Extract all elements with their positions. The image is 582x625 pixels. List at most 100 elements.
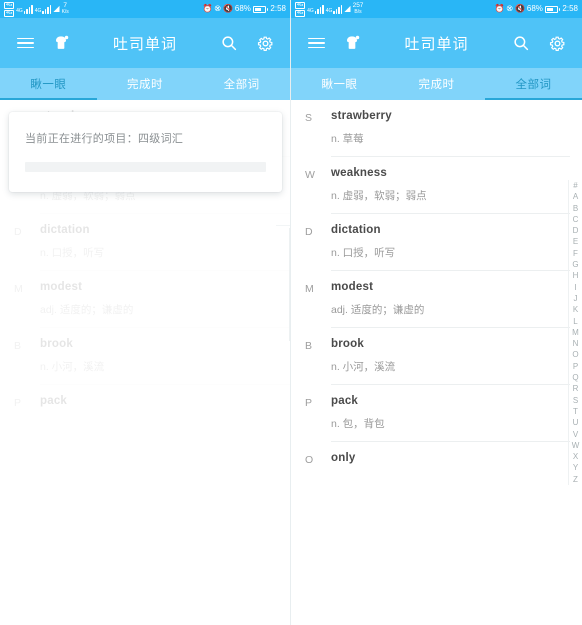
status-bar-left-group: 4G 4G 4G 4G ◢ 7 K/s xyxy=(4,1,69,17)
bluetooth-icon: ⮿ xyxy=(506,4,513,13)
sim2-label: 4G xyxy=(4,9,15,17)
tab-2[interactable]: 全部词 xyxy=(485,68,582,100)
word-item-body: brook n. 小河，溪流 xyxy=(331,338,568,384)
toast-bread-icon[interactable] xyxy=(339,30,365,56)
alphabet-index-letter[interactable]: U xyxy=(573,417,579,428)
network-speed-indicator: 7 K/s xyxy=(61,2,69,15)
mute-icon: 🔇 xyxy=(222,4,233,13)
dual-sim-icon: 4G 4G xyxy=(4,1,15,17)
word-list-item[interactable]: Ddictation n. 口授，听写 xyxy=(291,214,582,270)
alphabet-index-letter[interactable]: E xyxy=(573,236,578,247)
word-headword: only xyxy=(331,452,356,464)
word-headword: brook xyxy=(331,338,364,350)
alphabet-index-letter[interactable]: Y xyxy=(573,462,578,473)
word-headword: modest xyxy=(331,281,374,293)
word-item-body: dictation n. 口授，听写 xyxy=(331,224,568,270)
hamburger-menu-icon[interactable] xyxy=(303,30,329,56)
alphabet-index-letter[interactable]: B xyxy=(573,203,578,214)
word-item-body: weakness n. 虚弱，软弱；弱点 xyxy=(331,167,568,213)
word-list-item[interactable]: Oonly xyxy=(291,442,582,483)
alphabet-index-letter[interactable]: X xyxy=(573,451,578,462)
gear-icon[interactable] xyxy=(544,30,570,56)
alphabet-index-letter[interactable]: N xyxy=(573,338,579,349)
signal-sim1-label: 4G xyxy=(307,7,314,14)
alphabet-index-letter[interactable]: G xyxy=(572,259,578,270)
alphabet-index-letter[interactable]: I xyxy=(574,282,576,293)
app-bar: 吐司单词 xyxy=(0,18,290,68)
alphabet-index-letter[interactable]: L xyxy=(573,316,577,327)
alphabet-index-letter[interactable]: P xyxy=(573,361,578,372)
word-definition: n. 小河，溪流 xyxy=(331,361,396,373)
word-item-body: only xyxy=(331,452,568,483)
tab-2-label: 全部词 xyxy=(515,79,552,91)
alarm-icon: ⏰ xyxy=(202,4,213,13)
word-headword: pack xyxy=(331,395,359,407)
tab-1[interactable]: 完成时 xyxy=(388,68,485,100)
status-bar-right-group: ⏰ ⮿ 🔇 68% 2:58 xyxy=(495,5,578,13)
status-bar: 4G 4G 4G 4G ◢ 7 K/s ⏰ ⮿ 🔇 68% 2:58 xyxy=(0,0,290,18)
status-bar: 4G 4G 4G 4G ◢ 257 B/s ⏰ ⮿ 🔇 68% 2:58 xyxy=(291,0,582,18)
word-initial-letter: D xyxy=(305,226,313,238)
tab-1[interactable]: 完成时 xyxy=(97,68,194,100)
word-list-item[interactable]: Wweakness n. 虚弱，软弱；弱点 xyxy=(291,157,582,213)
alphabet-index-letter[interactable]: K xyxy=(573,304,578,315)
alphabet-index-letter[interactable]: V xyxy=(573,429,578,440)
search-icon[interactable] xyxy=(508,30,534,56)
word-headword: strawberry xyxy=(331,110,392,122)
alphabet-index-letter[interactable]: H xyxy=(573,270,579,281)
tab-2[interactable]: 全部词 xyxy=(193,68,290,100)
word-list-item[interactable]: Sstrawberry n. 草莓 xyxy=(291,100,582,156)
app-panel-left: 4G 4G 4G 4G ◢ 7 K/s ⏰ ⮿ 🔇 68% 2:58 吐司单词 … xyxy=(0,0,291,625)
alphabet-index-letter[interactable]: T xyxy=(573,406,578,417)
network-speed-unit: K/s xyxy=(61,9,69,15)
wifi-icon: ◢ xyxy=(53,4,60,13)
word-list-item[interactable]: Bbrook n. 小河，溪流 xyxy=(291,328,582,384)
word-list-item[interactable]: Mmodest adj. 适度的；谦虚的 xyxy=(291,271,582,327)
alphabet-index-letter[interactable]: D xyxy=(573,225,579,236)
alphabet-index-letter[interactable]: R xyxy=(573,383,579,394)
toast-bread-icon[interactable] xyxy=(48,30,74,56)
battery-icon xyxy=(544,5,561,13)
word-initial-letter: O xyxy=(305,454,314,466)
alarm-icon: ⏰ xyxy=(494,4,505,13)
status-bar-left-group: 4G 4G 4G 4G ◢ 257 B/s xyxy=(295,1,364,17)
word-item-body: strawberry n. 草莓 xyxy=(331,110,568,156)
dual-sim-icon: 4G 4G xyxy=(295,1,306,17)
signal-bars-2 xyxy=(333,4,343,14)
dual-screenshot-container: 4G 4G 4G 4G ◢ 7 K/s ⏰ ⮿ 🔇 68% 2:58 吐司单词 … xyxy=(0,0,582,625)
tab-1-label: 完成时 xyxy=(127,79,163,91)
tab-0[interactable]: 瞅一眼 xyxy=(0,68,97,100)
signal-bars-1 xyxy=(23,4,33,14)
alphabet-index-letter[interactable]: Q xyxy=(572,372,578,383)
word-headword: dictation xyxy=(331,224,381,236)
signal-strength-sim2-icon: 4G xyxy=(34,4,52,14)
alphabet-index-letter[interactable]: # xyxy=(573,180,577,191)
word-item-body: modest adj. 适度的；谦虚的 xyxy=(331,281,568,327)
word-list-item[interactable]: Ppack n. 包，背包 xyxy=(291,385,582,441)
tab-0[interactable]: 瞅一眼 xyxy=(291,68,388,100)
alphabet-index-letter[interactable]: J xyxy=(574,293,578,304)
word-list[interactable]: Sstrawberry n. 草莓 Wweakness n. 虚弱，软弱；弱点 Ddic… xyxy=(291,100,582,625)
search-icon[interactable] xyxy=(216,30,242,56)
sim1-label: 4G xyxy=(295,1,306,9)
alphabet-index-letter[interactable]: Z xyxy=(573,474,578,485)
signal-bars-1 xyxy=(314,4,324,14)
alphabet-index-letter[interactable]: F xyxy=(573,248,578,259)
gear-icon[interactable] xyxy=(252,30,278,56)
alphabet-index-scrubber[interactable]: # A B C D E F G H I J K L M N O P Q R S T U V W X Y Z xyxy=(568,180,582,486)
alphabet-index-letter[interactable]: A xyxy=(573,191,578,202)
alphabet-index-letter[interactable]: W xyxy=(572,440,580,451)
app-panel-right: 4G 4G 4G 4G ◢ 257 B/s ⏰ ⮿ 🔇 68% 2:58 吐司单… xyxy=(291,0,582,625)
network-speed-indicator: 257 B/s xyxy=(353,2,364,15)
battery-icon xyxy=(252,5,269,13)
signal-sim2-label: 4G xyxy=(34,7,42,14)
tab-0-label: 瞅一眼 xyxy=(321,79,358,91)
alphabet-index-letter[interactable]: M xyxy=(572,327,579,338)
hamburger-menu-icon[interactable] xyxy=(12,30,38,56)
status-bar-clock: 2:58 xyxy=(270,4,286,13)
alphabet-index-letter[interactable]: C xyxy=(573,214,579,225)
alphabet-index-letter[interactable]: S xyxy=(573,395,578,406)
word-initial-letter: W xyxy=(305,169,315,181)
alphabet-index-letter[interactable]: O xyxy=(572,349,578,360)
word-initial-letter: S xyxy=(305,112,313,124)
